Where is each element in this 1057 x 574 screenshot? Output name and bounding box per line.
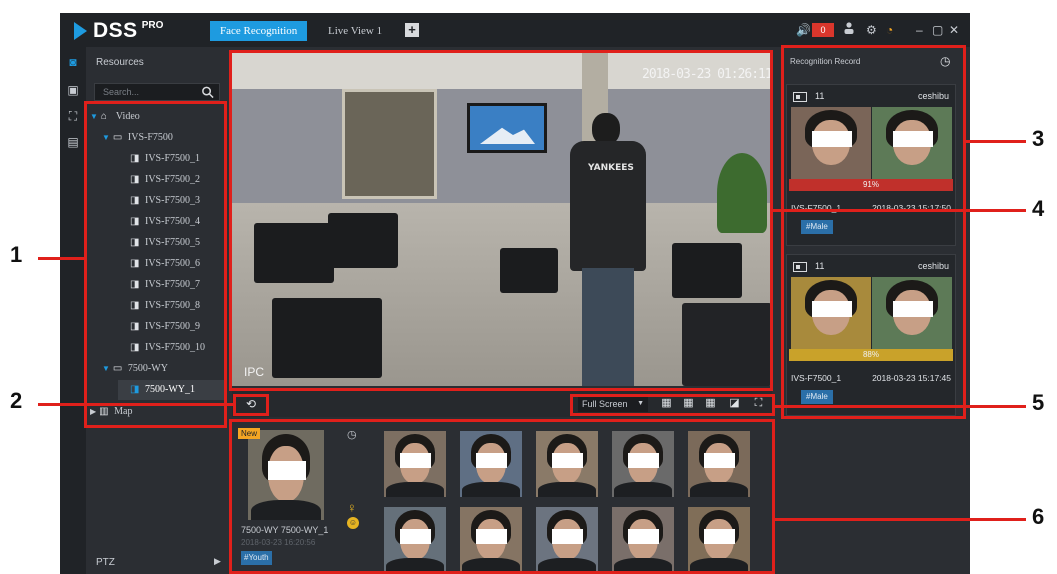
- tab-face-recognition[interactable]: Face Recognition: [210, 21, 308, 41]
- alarm-count-badge[interactable]: 0: [812, 23, 834, 37]
- callout-line-4: [773, 209, 1026, 212]
- alarm-speaker-icon[interactable]: 🔊: [796, 22, 811, 38]
- face-capture-icon[interactable]: ⛶: [65, 109, 81, 123]
- search-placeholder: Search...: [103, 87, 140, 97]
- face-search-icon[interactable]: ▣: [65, 83, 81, 97]
- callout-number-1: 1: [10, 242, 23, 267]
- callout-box-3: [781, 45, 966, 419]
- search-input[interactable]: Search...: [94, 83, 220, 101]
- callout-line-6: [775, 518, 1026, 521]
- logo: DSS PRO: [74, 19, 163, 43]
- callout-box-1: [84, 101, 227, 428]
- title-bar: DSS PRO Face Recognition Live View 1 + 🔊…: [60, 13, 970, 47]
- logo-text: DSS: [93, 19, 138, 42]
- callout-line-2: [38, 403, 234, 406]
- callout-box-5: [570, 394, 775, 416]
- callout-box-6: [229, 419, 775, 574]
- ptz-expand-icon[interactable]: ▶: [214, 556, 221, 567]
- user-icon[interactable]: [844, 22, 854, 38]
- search-icon[interactable]: [201, 85, 214, 99]
- tab-live-view-1[interactable]: Live View 1: [318, 21, 392, 41]
- callout-number-5: 5: [1032, 390, 1045, 415]
- resources-title: Resources: [96, 57, 144, 68]
- callout-box-4: [229, 50, 773, 391]
- maximize-icon[interactable]: ▢: [932, 22, 943, 38]
- module-nav-strip: ◙ ▣ ⛶ ▤: [60, 47, 86, 574]
- callout-number-4: 4: [1032, 196, 1045, 221]
- logo-superscript: PRO: [141, 20, 164, 31]
- callout-number-6: 6: [1032, 504, 1045, 529]
- logo-mark-icon: [74, 22, 87, 40]
- minimize-icon[interactable]: –: [916, 22, 923, 38]
- callout-number-2: 2: [10, 388, 23, 413]
- settings-gear-icon[interactable]: ⚙: [866, 22, 877, 38]
- callout-line-5: [775, 405, 1026, 408]
- camera-module-icon[interactable]: ◙: [65, 55, 81, 69]
- callout-number-3: 3: [1032, 126, 1045, 151]
- callout-line-1: [38, 257, 85, 260]
- performance-gauge-icon[interactable]: ◔: [886, 22, 893, 38]
- ptz-label[interactable]: PTZ: [96, 557, 115, 568]
- report-icon[interactable]: ▤: [65, 135, 81, 149]
- callout-box-2: [233, 394, 269, 416]
- close-icon[interactable]: ✕: [949, 22, 959, 38]
- callout-line-3: [966, 140, 1026, 143]
- add-tab-button[interactable]: +: [405, 23, 419, 37]
